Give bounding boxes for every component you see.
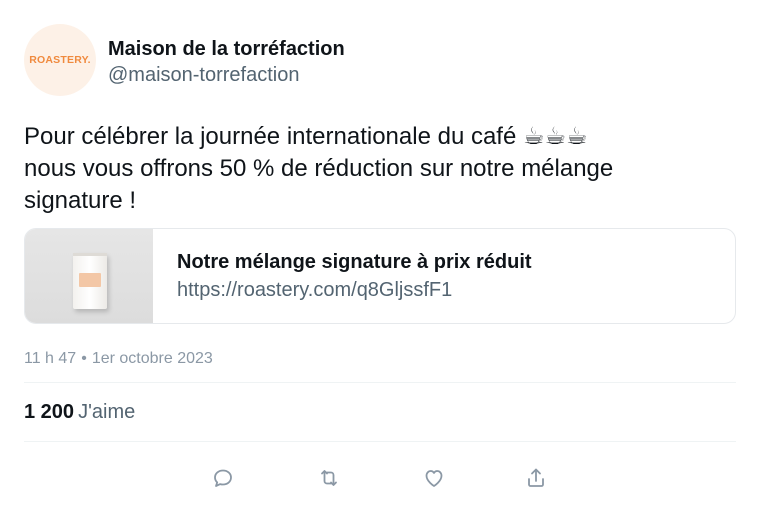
like-button[interactable] xyxy=(418,462,450,494)
tweet-text-line: nous vous offrons 50 % de réduction sur … xyxy=(24,155,614,182)
tweet-timestamp[interactable]: 11 h 47 • 1er octobre 2023 xyxy=(24,349,213,369)
like-icon xyxy=(425,470,443,487)
avatar[interactable]: ROASTERY. xyxy=(24,24,96,96)
meta-separator: • xyxy=(81,350,87,367)
tweet-time: 11 h 47 xyxy=(24,350,77,367)
link-preview-card[interactable]: Notre mélange signature à prix réduit ht… xyxy=(24,228,736,324)
tweet-date: 1er octobre 2023 xyxy=(91,350,213,367)
author-handle[interactable]: @maison-torrefaction xyxy=(108,62,345,88)
link-preview-text: Notre mélange signature à prix réduit ht… xyxy=(177,249,532,305)
reply-button[interactable] xyxy=(207,462,239,494)
likes-label: J'aime xyxy=(78,401,136,423)
tweet-card: ROASTERY. Maison de la torréfaction @mai… xyxy=(0,0,760,512)
author-display-name[interactable]: Maison de la torréfaction xyxy=(108,36,345,62)
tweet-text-line: Pour célébrer la journée internationale … xyxy=(24,123,588,150)
retweet-icon xyxy=(321,470,337,486)
tweet-text: Pour célébrer la journée internationale … xyxy=(24,121,724,217)
author-info: Maison de la torréfaction @maison-torref… xyxy=(108,36,345,88)
tweet-text-line: signature ! xyxy=(24,187,137,214)
action-bar xyxy=(0,462,760,494)
likes-stat[interactable]: 1 200 J'aime xyxy=(24,400,135,424)
retweet-button[interactable] xyxy=(313,462,345,494)
link-preview-url: https://roastery.com/q8GljssfF1 xyxy=(177,279,453,301)
coffee-bag-image xyxy=(73,253,107,309)
divider xyxy=(24,441,736,442)
likes-count: 1 200 xyxy=(24,401,75,423)
share-icon xyxy=(528,468,544,487)
share-button[interactable] xyxy=(520,462,552,494)
avatar-logo-text: ROASTERY. xyxy=(29,54,91,66)
reply-icon xyxy=(214,469,232,487)
link-preview-title: Notre mélange signature à prix réduit xyxy=(177,251,532,273)
link-preview-image xyxy=(25,229,153,323)
divider xyxy=(24,382,736,383)
